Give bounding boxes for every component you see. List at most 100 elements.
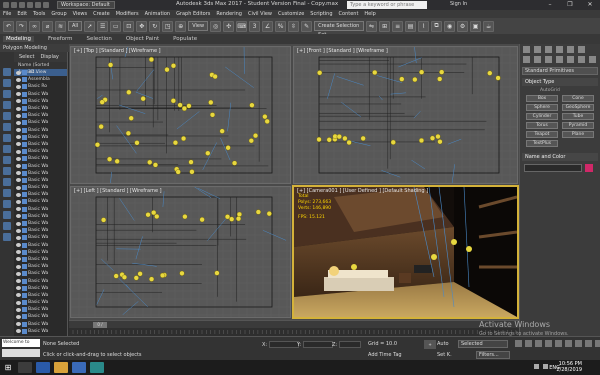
plane-button[interactable]: Plane	[562, 131, 594, 138]
search-input[interactable]: Type a keyword or phrase	[347, 1, 427, 9]
visibility-eye-icon[interactable]	[16, 271, 21, 276]
pivot-center-icon[interactable]: ◎	[210, 20, 222, 32]
utilities-tab-icon[interactable]	[578, 46, 585, 53]
explorer-row[interactable]: Basic Wa	[14, 105, 67, 112]
helpers-icon[interactable]	[567, 56, 574, 63]
display-tab-icon[interactable]	[567, 46, 574, 53]
explorer-row[interactable]: Basic Wa	[14, 328, 67, 335]
window-crossing-icon[interactable]: ⊡	[123, 20, 135, 32]
viewport-left[interactable]: [+] [Left ] [Standard ] [Wireframe ]	[70, 186, 291, 318]
network-icon[interactable]	[534, 364, 539, 369]
display-all-icon[interactable]	[3, 211, 11, 219]
snaps-toggle-icon[interactable]: 3	[249, 20, 261, 32]
visibility-eye-icon[interactable]	[16, 178, 21, 183]
object-type-rollout[interactable]: Object Type	[522, 78, 598, 86]
visibility-eye-icon[interactable]	[16, 322, 21, 327]
explorer-row[interactable]: Basic Wa	[14, 148, 67, 155]
visibility-eye-icon[interactable]	[16, 192, 21, 197]
display-bones-icon[interactable]	[3, 167, 11, 175]
visibility-eye-icon[interactable]	[16, 207, 21, 212]
explorer-row[interactable]: Basic Wa	[14, 155, 67, 162]
explorer-row[interactable]: Basic Wa	[14, 127, 67, 134]
next-frame-icon[interactable]	[545, 340, 552, 347]
spacewarps-icon[interactable]	[578, 56, 585, 63]
display-frozen-icon[interactable]	[3, 189, 11, 197]
maximize-viewport-icon[interactable]	[595, 340, 600, 347]
curve-editor-icon[interactable]: ⌇	[418, 20, 430, 32]
visibility-eye-icon[interactable]	[16, 171, 21, 176]
hierarchy-tab-icon[interactable]	[545, 46, 552, 53]
display-none-icon[interactable]	[3, 68, 11, 76]
display-shapes-icon[interactable]	[3, 90, 11, 98]
explorer-row[interactable]: Basic Wa	[14, 206, 67, 213]
visibility-eye-icon[interactable]	[16, 293, 21, 298]
explorer-row[interactable]: Basic Wa	[14, 263, 67, 270]
time-slider-bar[interactable]: 0 / 100	[69, 320, 519, 333]
visibility-eye-icon[interactable]	[16, 99, 21, 104]
link-icon[interactable]: ∞	[29, 20, 40, 32]
display-hidden-icon[interactable]	[3, 200, 11, 208]
visibility-eye-icon[interactable]	[16, 243, 21, 248]
cone-button[interactable]: Cone	[562, 95, 594, 102]
z-coordinate[interactable]: Z:	[332, 341, 361, 348]
viewport-camera[interactable]: [+] [Camera001 ] [User Defined ] [Defaul…	[292, 185, 519, 319]
explorer-row[interactable]: Basic Wa	[14, 277, 67, 284]
explorer-row[interactable]: Basic Wa	[14, 299, 67, 306]
explorer-row[interactable]: Basic Wa	[14, 162, 67, 169]
explorer-row[interactable]: Basic Wa	[14, 177, 67, 184]
autogrid-checkbox[interactable]: AutoGrid	[520, 88, 600, 93]
visibility-eye-icon[interactable]	[16, 84, 21, 89]
undo-icon[interactable]	[35, 2, 41, 8]
menu-group[interactable]: Group	[51, 11, 66, 17]
geometry-icon[interactable]	[523, 56, 530, 63]
file-explorer-icon[interactable]	[54, 362, 68, 373]
redo-button[interactable]: ↷	[16, 20, 27, 32]
layer-explorer-icon[interactable]: ≡	[392, 20, 404, 32]
explorer-row[interactable]: Basic Wa	[14, 321, 67, 328]
box-button[interactable]: Box	[526, 95, 558, 102]
display-cameras-icon[interactable]	[3, 112, 11, 120]
modify-tab-icon[interactable]	[534, 46, 541, 53]
explorer-row[interactable]: Basic Wa	[14, 234, 67, 241]
save-icon[interactable]	[27, 2, 33, 8]
explorer-row[interactable]: Basic Wa	[14, 242, 67, 249]
menu-graph-editors[interactable]: Graph Editors	[176, 11, 210, 17]
visibility-eye-icon[interactable]	[16, 314, 21, 319]
mirror-icon[interactable]: ⇋	[366, 20, 378, 32]
explorer-row[interactable]: Basic Wa	[14, 191, 67, 198]
move-icon[interactable]: ✥	[136, 20, 148, 32]
menu-civil-view[interactable]: Civil View	[248, 11, 272, 17]
visibility-eye-icon[interactable]	[16, 221, 21, 226]
explorer-row[interactable]: Basic Wa	[14, 198, 67, 205]
render-production-icon[interactable]: ☕	[483, 20, 495, 32]
visibility-eye-icon[interactable]	[16, 185, 21, 190]
selection-filter-dropdown[interactable]: All	[68, 21, 83, 31]
visibility-eye-icon[interactable]	[16, 257, 21, 262]
select-by-name-icon[interactable]: ☰	[97, 20, 109, 32]
visibility-eye-icon[interactable]	[16, 235, 21, 240]
visibility-eye-icon[interactable]	[16, 149, 21, 154]
visibility-eye-icon[interactable]	[16, 286, 21, 291]
tube-button[interactable]: Tube	[562, 113, 594, 120]
visibility-eye-icon[interactable]	[16, 113, 21, 118]
maximize-icon[interactable]: ❐	[560, 0, 580, 10]
system-clock[interactable]: 10:56 PM 2/28/2019	[556, 361, 582, 373]
explorer-row[interactable]: Basic Wa	[14, 292, 67, 299]
go-to-start-icon[interactable]	[515, 340, 522, 347]
previous-frame-icon[interactable]	[525, 340, 532, 347]
menu-edit[interactable]: Edit	[17, 11, 27, 17]
menu-animation[interactable]: Animation	[145, 11, 171, 17]
display-groups-icon[interactable]	[3, 145, 11, 153]
orbit-icon[interactable]	[585, 340, 592, 347]
explorer-row[interactable]: Basic Wa	[14, 213, 67, 220]
display-helpers-icon[interactable]	[3, 123, 11, 131]
explorer-column-header[interactable]: Name (Sorted Ascend...	[14, 62, 67, 75]
visibility-eye-icon[interactable]	[16, 307, 21, 312]
tab-object-paint[interactable]: Object Paint	[126, 36, 159, 42]
visibility-eye-icon[interactable]	[16, 128, 21, 133]
go-to-end-icon[interactable]	[555, 340, 562, 347]
undo-button[interactable]: ↶	[3, 20, 14, 32]
explorer-row[interactable]: Assembla	[14, 76, 67, 83]
spinner-snap-icon[interactable]: ⇳	[288, 20, 300, 32]
visibility-eye-icon[interactable]	[16, 300, 21, 305]
